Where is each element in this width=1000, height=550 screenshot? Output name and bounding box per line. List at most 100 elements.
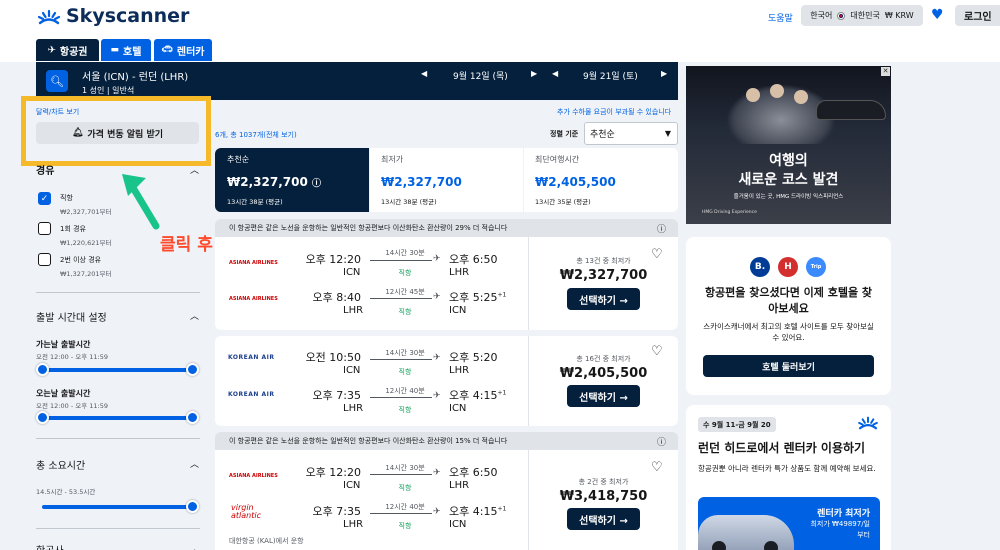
chevron-up-icon[interactable]: ︿ <box>190 163 199 176</box>
select-button[interactable]: 선택하기 → <box>567 508 640 530</box>
ad-person <box>770 84 784 98</box>
sort-card-sub: 13시간 38분 (평균) <box>381 198 437 206</box>
flight-result-card[interactable]: ASIANA AIRLINES ASIANA AIRLINES 오후 12:20… <box>215 237 678 330</box>
ad-car <box>816 100 886 120</box>
return-date[interactable]: 9월 21일 (토) <box>583 69 638 82</box>
return-prev-arrow[interactable]: ◀ <box>552 69 558 78</box>
car-card-extra: 부터 <box>857 531 870 539</box>
eco-notice: 이 항공편은 같은 노선을 운항하는 일반적인 항공편보다 이산화탄소 환산량이… <box>215 219 678 237</box>
car-deal-card[interactable]: 렌터카 최저가 최저가 ₩49897/일 부터 <box>698 497 880 550</box>
select-button[interactable]: 선택하기 → <box>567 288 640 310</box>
deals-count: 총 13건 중 최저가 <box>576 257 631 265</box>
skyscanner-logo[interactable]: Skyscanner <box>36 5 189 27</box>
sort-card-fastest[interactable]: 최단여행시간 ₩2,405,500 13시간 35분 (평균) <box>524 148 678 212</box>
language-label: 한국어 <box>810 11 833 20</box>
ad-close-icon[interactable]: ✕ <box>881 67 890 76</box>
stops-two-price: ₩1,327,201부터 <box>60 270 112 278</box>
depart-airport: ICN <box>343 480 361 491</box>
arrival-time: 오후 6:50 <box>449 466 498 479</box>
locale-selector[interactable]: 한국어 대한민국 ₩ KRW <box>801 5 923 26</box>
tab-car-hire[interactable]: 🚗︎ 렌터카 <box>154 39 212 61</box>
pax-summary[interactable]: 1 성인 | 일반석 <box>82 85 134 96</box>
car-wheel <box>712 541 726 550</box>
eco-notice-text: 이 항공편은 같은 노선을 운항하는 일반적인 항공편보다 이산화탄소 환산량이… <box>229 437 508 445</box>
stops-two-label: 2번 이상 경유 <box>60 256 102 264</box>
plane-icon: ✈ <box>433 391 441 401</box>
login-button[interactable]: 로그인 <box>955 5 1000 26</box>
return-slider-min-handle[interactable] <box>36 411 49 424</box>
stops-one-checkbox[interactable] <box>38 222 51 235</box>
date-badge: 수 9월 11-금 9월 20 <box>698 417 776 432</box>
depart-time: 오후 12:20 <box>305 466 361 479</box>
flight-price: ₩3,418,750 <box>559 489 648 504</box>
arrival-airport: LHR <box>449 480 470 491</box>
bed-icon: ▬ <box>110 45 120 55</box>
select-button[interactable]: 선택하기 → <box>567 385 640 407</box>
outbound-slider-min-handle[interactable] <box>36 363 49 376</box>
sort-card-price: ₩2,327,700 ⓘ <box>227 175 322 189</box>
chevron-up-icon[interactable]: ︿ <box>190 309 199 322</box>
sort-card-best[interactable]: 추천순 ₩2,327,700 ⓘ 13시간 38분 (평균) <box>215 148 369 212</box>
tab-flights[interactable]: ✈ 항공권 <box>36 39 99 61</box>
return-time-range: 오전 12:00 - 오후 11:59 <box>36 402 108 410</box>
depart-prev-arrow[interactable]: ◀ <box>421 69 427 78</box>
info-icon[interactable]: ⓘ <box>657 435 666 448</box>
depart-next-arrow[interactable]: ▶ <box>531 69 537 78</box>
results-count[interactable]: 6개, 총 1037개(전체 보기) <box>215 130 297 140</box>
duration-slider-track <box>42 505 192 509</box>
hyundai-ad-banner[interactable]: 여행의 새로운 코스 발견 즐거움이 있는 곳, HMG 드라이빙 익스피리언스… <box>686 66 891 224</box>
airline-logo: ASIANA AIRLINES <box>229 260 278 266</box>
hotel-promo-body: 스카이스캐너에서 최고의 호텔 사이트를 모두 찾아보실 수 있어요. <box>703 322 874 342</box>
car-card-price: 최저가 ₩49897/일 <box>810 520 870 528</box>
depart-time: 오후 12:20 <box>305 253 361 266</box>
sort-select[interactable]: 추천순 ▼ <box>584 122 678 145</box>
price-alert-button[interactable]: 🔔︎ 가격 변동 알림 받기 <box>36 122 199 144</box>
stops-label: 직항 <box>398 522 412 530</box>
duration-slider-handle[interactable] <box>186 500 199 513</box>
divider <box>36 292 200 293</box>
chevron-up-icon[interactable]: ︿ <box>190 457 199 470</box>
arrival-airport: ICN <box>449 403 467 414</box>
sort-card-title: 추천순 <box>227 155 250 164</box>
sort-card-cheapest[interactable]: 최저가 ₩2,327,700 13시간 38분 (평균) <box>370 148 523 212</box>
depart-airport: LHR <box>343 305 364 316</box>
info-icon[interactable]: ⓘ <box>657 222 666 235</box>
sort-card-title: 최단여행시간 <box>535 155 580 164</box>
chevron-up-icon[interactable]: ︿ <box>190 542 199 550</box>
stops-direct-checkbox[interactable]: ✓ <box>38 192 51 205</box>
depart-date[interactable]: 9월 12일 (목) <box>453 69 508 82</box>
help-link[interactable]: 도움말 <box>768 11 793 24</box>
return-next-arrow[interactable]: ▶ <box>661 69 667 78</box>
plane-icon: ✈ <box>433 507 441 517</box>
depart-time: 오전 10:50 <box>305 351 361 364</box>
depart-airport: LHR <box>343 519 364 530</box>
extra-fees-link[interactable]: 추가 수하물 요금이 부과될 수 있습니다 <box>557 107 671 117</box>
flight-result-card[interactable]: ASIANA AIRLINES virgin atlantic 오후 12:20… <box>215 450 678 550</box>
save-heart-icon[interactable]: ♡ <box>651 460 663 475</box>
outbound-time-range: 오전 12:00 - 오후 11:59 <box>36 353 108 361</box>
return-slider-max-handle[interactable] <box>186 411 199 424</box>
stops-two-checkbox[interactable] <box>38 253 51 266</box>
browse-hotels-button[interactable]: 호텔 둘러보기 <box>703 355 874 377</box>
outbound-slider-max-handle[interactable] <box>186 363 199 376</box>
stops-direct-price: ₩2,327,701부터 <box>60 208 112 216</box>
divider <box>528 336 529 426</box>
ad-person <box>746 88 760 102</box>
country-label: 대한민국 <box>850 11 880 20</box>
outbound-slider-track <box>42 368 192 372</box>
favorites-heart-icon[interactable]: ♥ <box>931 8 944 22</box>
flight-duration: 14시간 30분 <box>385 349 425 357</box>
tab-hotels-label: 호텔 <box>123 46 142 58</box>
divider <box>36 528 200 529</box>
arrival-time: 오후 6:50 <box>449 253 498 266</box>
flight-duration: 12시간 40분 <box>385 503 425 511</box>
ad-person <box>794 90 808 104</box>
stops-label: 직항 <box>398 308 412 316</box>
search-button[interactable]: 🔍︎ <box>46 70 68 92</box>
route-summary[interactable]: 서울 (ICN) - 런던 (LHR) <box>82 68 188 83</box>
depart-time: 오후 7:35 <box>312 389 361 402</box>
stops-one-label: 1회 경유 <box>60 225 86 233</box>
route-line <box>370 513 432 514</box>
flight-result-card[interactable]: KOREAN AIR KOREAN AIR 오전 10:50 ICN 14시간 … <box>215 336 678 426</box>
tab-hotels[interactable]: ▬ 호텔 <box>101 39 151 61</box>
